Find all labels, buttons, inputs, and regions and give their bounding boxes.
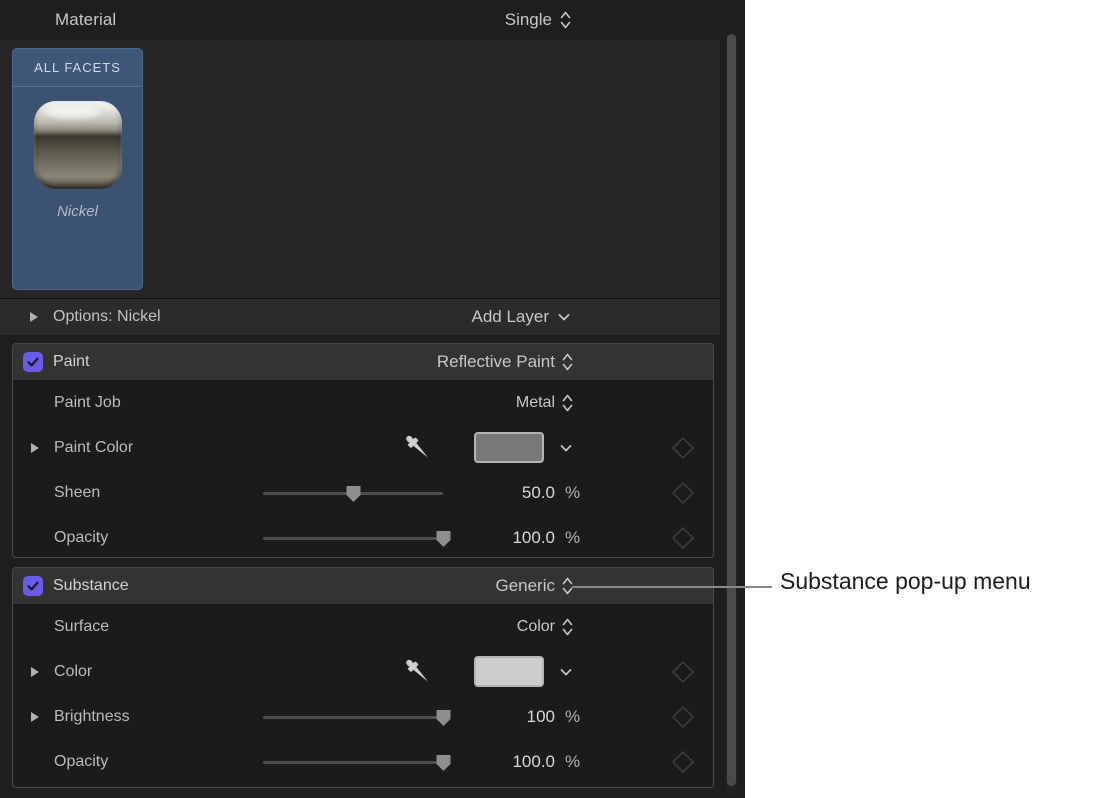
facet-material-name: Nickel <box>57 203 98 220</box>
group-header-paint[interactable]: Paint Reflective Paint <box>13 344 713 380</box>
keyframe-diamond-icon[interactable] <box>670 704 696 730</box>
panel-scrollbar[interactable] <box>726 34 737 794</box>
row-label-sheen: Sheen <box>54 483 101 501</box>
paint-job-value: Metal <box>515 393 555 411</box>
sheen-slider[interactable] <box>263 483 443 503</box>
material-mode-popup[interactable]: Single <box>405 10 585 30</box>
eyedropper-icon[interactable] <box>399 654 435 690</box>
substance-popup-menu[interactable]: Generic <box>406 576 586 596</box>
keyframe-diamond-icon[interactable] <box>670 525 696 551</box>
options-label: Options: Nickel <box>53 308 161 325</box>
row-sheen: Sheen 50.0 % <box>13 470 713 515</box>
up-down-chevron-icon <box>562 353 573 371</box>
group-substance: Substance Generic Surface Color Color Br… <box>12 567 714 788</box>
facet-tile-all-facets[interactable]: ALL FACETS Nickel <box>12 48 143 290</box>
surface-value: Color <box>516 617 555 635</box>
row-label-brightness: Brightness <box>54 707 130 725</box>
page-title: Material <box>55 10 117 29</box>
slider-track <box>263 715 443 719</box>
sheen-value[interactable]: 50.0 <box>453 483 555 503</box>
checkmark-icon <box>27 581 39 591</box>
substance-enable-checkbox[interactable] <box>23 576 43 596</box>
disclosure-triangle-right-icon[interactable] <box>30 312 38 322</box>
row-surface: Surface Color <box>13 604 713 649</box>
paint-enable-checkbox[interactable] <box>23 352 43 372</box>
substance-opacity-unit: % <box>565 751 581 771</box>
nickel-material-sphere-icon <box>33 101 122 189</box>
up-down-chevron-icon <box>562 618 573 636</box>
paint-opacity-slider[interactable] <box>263 528 450 548</box>
panel-header: Material Single <box>0 0 720 40</box>
paint-opacity-value[interactable]: 100.0 <box>453 528 555 548</box>
material-mode-value: Single <box>504 10 552 29</box>
screenshot-root: Material Single ALL FACETS Nickel Option… <box>0 0 1109 798</box>
add-layer-button[interactable]: Add Layer <box>405 307 585 327</box>
paint-opacity-unit: % <box>565 527 581 547</box>
row-label-opacity-paint: Opacity <box>54 528 109 546</box>
disclosure-triangle-right-icon[interactable] <box>31 711 39 722</box>
row-label-paint-color: Paint Color <box>54 438 134 456</box>
row-label-paint-job: Paint Job <box>54 393 121 411</box>
paint-type-popup[interactable]: Reflective Paint <box>406 352 586 372</box>
facet-tile-header: ALL FACETS <box>13 49 142 87</box>
row-brightness: Brightness 100 % <box>13 694 713 739</box>
slider-track <box>263 760 443 764</box>
paint-color-swatch[interactable] <box>474 432 544 463</box>
substance-popup-value: Generic <box>495 576 555 595</box>
row-label-surface: Surface <box>54 617 110 635</box>
callout-label: Substance pop-up menu <box>780 568 1031 594</box>
paint-job-popup[interactable]: Metal <box>406 394 586 412</box>
keyframe-diamond-icon[interactable] <box>670 749 696 775</box>
keyframe-diamond-icon[interactable] <box>670 480 696 506</box>
disclosure-triangle-right-icon[interactable] <box>31 666 39 677</box>
brightness-slider[interactable] <box>263 707 450 727</box>
facet-tile-header-label: ALL FACETS <box>34 60 121 75</box>
keyframe-diamond-icon[interactable] <box>670 435 696 461</box>
row-paint-job: Paint Job Metal <box>13 380 713 425</box>
slider-thumb[interactable] <box>435 529 452 548</box>
disclosure-triangle-right-icon[interactable] <box>31 442 39 453</box>
chevron-down-icon[interactable] <box>559 441 573 455</box>
slider-thumb[interactable] <box>345 484 362 503</box>
substance-opacity-slider[interactable] <box>263 752 450 772</box>
scrollbar-thumb[interactable] <box>727 34 736 786</box>
brightness-value[interactable]: 100 <box>453 707 555 727</box>
sheen-unit: % <box>565 482 581 502</box>
add-layer-label: Add Layer <box>471 307 550 326</box>
brightness-unit: % <box>565 706 581 726</box>
material-inspector-panel: Material Single ALL FACETS Nickel Option… <box>0 0 745 798</box>
keyframe-diamond-icon[interactable] <box>670 659 696 685</box>
up-down-chevron-icon <box>562 394 573 412</box>
surface-popup[interactable]: Color <box>406 618 586 636</box>
slider-thumb[interactable] <box>435 708 452 727</box>
slider-thumb[interactable] <box>435 753 452 772</box>
row-color: Color <box>13 649 713 694</box>
row-opacity-substance: Opacity 100.0 % <box>13 739 713 784</box>
row-label-opacity-substance: Opacity <box>54 752 109 770</box>
chevron-down-icon[interactable] <box>559 665 573 679</box>
group-label-substance: Substance <box>53 577 129 594</box>
options-bar[interactable]: Options: Nickel Add Layer <box>0 298 720 335</box>
group-label-paint: Paint <box>53 353 90 370</box>
row-opacity-paint: Opacity 100.0 % <box>13 515 713 557</box>
eyedropper-icon[interactable] <box>399 430 435 466</box>
row-label-color: Color <box>54 662 93 680</box>
up-down-chevron-icon <box>560 11 571 29</box>
checkmark-icon <box>27 357 39 367</box>
substance-opacity-value[interactable]: 100.0 <box>453 752 555 772</box>
facet-browser: ALL FACETS Nickel <box>0 40 720 298</box>
callout-leader-line <box>572 586 772 588</box>
paint-type-value: Reflective Paint <box>436 352 555 371</box>
chevron-down-icon <box>557 310 571 324</box>
substance-color-swatch[interactable] <box>474 656 544 687</box>
group-paint: Paint Reflective Paint Paint Job Metal P… <box>12 343 714 558</box>
row-paint-color: Paint Color <box>13 425 713 470</box>
slider-track <box>263 536 443 540</box>
